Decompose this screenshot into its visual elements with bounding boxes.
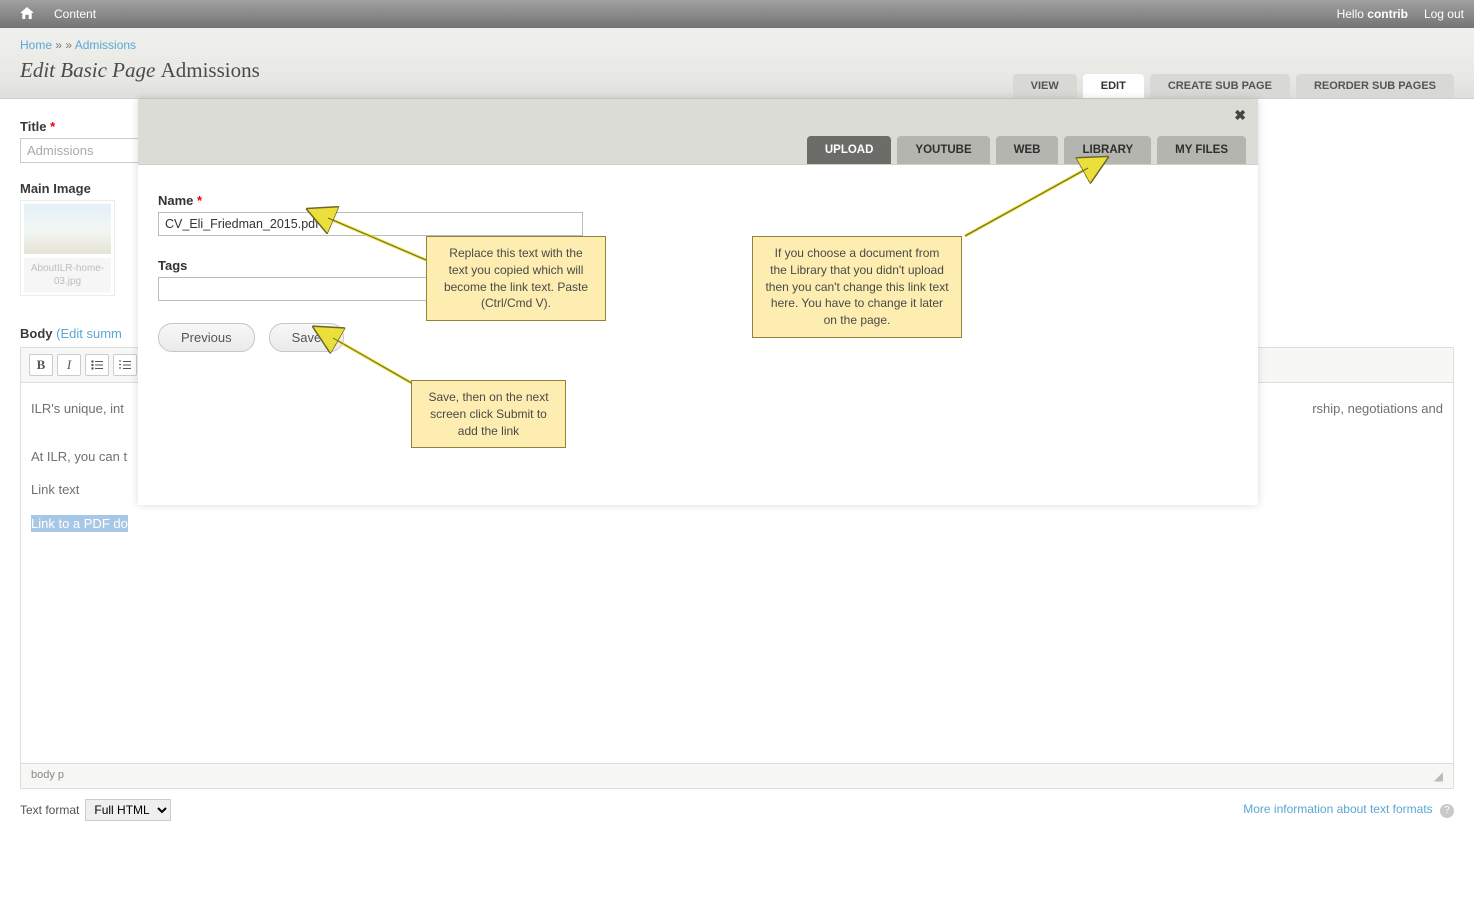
tab-view[interactable]: VIEW (1013, 74, 1077, 98)
tab-reorder-sub[interactable]: REORDER SUB PAGES (1296, 74, 1454, 98)
modal-buttons: Previous Save (158, 323, 1238, 352)
resize-grip-icon[interactable]: ◢ (1434, 769, 1443, 783)
arrow-to-name-input (320, 210, 430, 270)
previous-button[interactable]: Previous (158, 323, 255, 352)
main-image-thumb[interactable]: AboutILR-home-03.jpg (20, 200, 115, 296)
breadcrumb: Home » » Admissions (20, 38, 1454, 52)
numbered-list-button[interactable] (113, 354, 137, 376)
annotation-save-note: Save, then on the next screen click Subm… (411, 380, 566, 448)
text-format-select[interactable]: Full HTML (85, 799, 171, 821)
modal-header: ✖ UPLOAD YOUTUBE WEB LIBRARY MY FILES (138, 99, 1258, 165)
annotation-replace-text: Replace this text with the text you copi… (426, 236, 606, 321)
body-label: Body (Edit summ (20, 326, 122, 341)
italic-button[interactable]: I (57, 354, 81, 376)
tab-create-sub[interactable]: CREATE SUB PAGE (1150, 74, 1290, 98)
body-paragraph-1-tail: rship, negotiations and (1312, 399, 1443, 419)
numlist-icon (119, 360, 131, 370)
help-icon[interactable]: ? (1440, 804, 1454, 818)
arrow-to-library-tab (960, 160, 1100, 240)
wysiwyg-path: body p (31, 769, 64, 783)
more-info-link[interactable]: More information about text formats (1243, 802, 1432, 816)
text-format-row: Text format Full HTML More information a… (20, 799, 1454, 821)
arrow-to-save-button (325, 330, 425, 390)
thumb-caption: AboutILR-home-03.jpg (24, 258, 111, 292)
breadcrumb-home[interactable]: Home (20, 38, 52, 52)
tab-edit[interactable]: EDIT (1083, 74, 1144, 98)
body-paragraph-1: ILR's unique, int (31, 401, 124, 416)
wysiwyg-statusbar: body p ◢ (21, 763, 1453, 788)
home-icon (20, 7, 34, 19)
logout-link[interactable]: Log out (1424, 7, 1464, 21)
home-link[interactable] (20, 7, 34, 22)
content-link[interactable]: Content (54, 7, 96, 21)
bulleted-list-button[interactable] (85, 354, 109, 376)
list-icon (91, 360, 103, 370)
modal-close-button[interactable]: ✖ (1234, 107, 1246, 124)
breadcrumb-current[interactable]: Admissions (75, 38, 136, 52)
edit-summary-link[interactable]: (Edit summ (56, 326, 122, 341)
annotation-library-note: If you choose a document from the Librar… (752, 236, 962, 338)
thumb-image (24, 204, 111, 254)
admin-topbar: Content Hello contrib Log out (0, 0, 1474, 28)
bold-button[interactable]: B (29, 354, 53, 376)
body-selected-text: Link to a PDF do (31, 515, 128, 532)
page-header: Home » » Admissions Edit Basic Page Admi… (0, 28, 1474, 99)
text-format-label: Text format (20, 803, 79, 817)
hello-user: Hello contrib (1337, 7, 1408, 21)
modal-tab-myfiles[interactable]: MY FILES (1157, 136, 1246, 164)
breadcrumb-sep: » » (52, 38, 75, 52)
page-tabs: VIEW EDIT CREATE SUB PAGE REORDER SUB PA… (1013, 74, 1454, 98)
modal-tab-upload[interactable]: UPLOAD (807, 136, 892, 164)
